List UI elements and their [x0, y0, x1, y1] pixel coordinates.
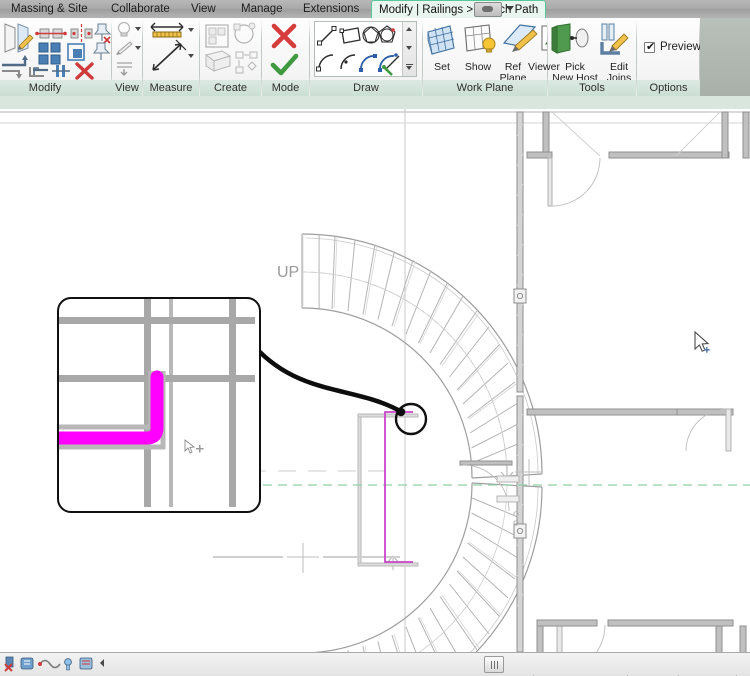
model-updates-icon[interactable] — [79, 657, 93, 670]
draw-tool-gallery[interactable] — [314, 21, 417, 77]
horizontal-scroll-thumb[interactable] — [484, 656, 504, 673]
tab-collaborate[interactable]: Collaborate — [104, 0, 177, 18]
walls — [357, 111, 750, 652]
panel-measure: Measure — [143, 18, 199, 96]
panel-view: View — [112, 18, 142, 96]
viewer-icon — [541, 25, 547, 51]
lightbulb-icon — [118, 22, 130, 37]
edit-joins-icon — [600, 23, 629, 55]
panel-label-measure: Measure — [143, 80, 199, 96]
design-options-icon[interactable] — [20, 657, 34, 670]
tab-view[interactable]: View — [184, 0, 223, 18]
panel-label-work-plane: Work Plane — [423, 80, 547, 96]
measure-dropdown-1-icon[interactable] — [188, 28, 194, 32]
panel-label-view: View — [112, 80, 142, 96]
panel-label-options: Options — [637, 80, 700, 96]
tab-manage[interactable]: Manage — [234, 0, 290, 18]
stair-up-label-upper: UP — [277, 264, 299, 281]
red-x-icon[interactable] — [271, 23, 297, 49]
create-part-icon — [204, 50, 232, 72]
green-check-icon[interactable] — [270, 53, 299, 76]
line-icon — [317, 26, 337, 46]
revit-window: Massing & Site Collaborate View Manage E… — [0, 0, 750, 676]
preview-checkbox-label: Preview — [660, 41, 701, 53]
workplane-set-icon — [427, 25, 455, 55]
arc-tangent-icon — [340, 54, 356, 70]
alignment-crosshair-left — [287, 543, 319, 573]
scroll-down-button[interactable] — [403, 41, 416, 55]
ribbon-tab-strip: Massing & Site Collaborate View Manage E… — [0, 0, 750, 19]
panel-options: ✔ Preview Options — [637, 18, 701, 96]
curved-stair-lower — [313, 482, 543, 652]
window-restore-icon — [482, 6, 493, 12]
ref-plane-icon — [502, 24, 538, 52]
gallery-expand-icon — [406, 64, 413, 65]
panel-mode: Mode — [262, 18, 309, 96]
panel-label-draw: Draw — [310, 80, 422, 96]
view-dropdown-1-icon[interactable] — [135, 27, 141, 31]
trim-icon — [29, 67, 48, 77]
panel-draw: Draw — [310, 18, 422, 96]
create-similar-icon — [205, 24, 229, 48]
ribbon-right-filler — [700, 18, 750, 96]
window-restore-button[interactable] — [474, 2, 502, 17]
panel-label-mode: Mode — [262, 80, 309, 96]
polygon-inscribed-icon — [362, 26, 380, 44]
delete-x-icon — [75, 62, 94, 80]
rectangle-icon — [339, 27, 361, 44]
curved-stair-upper — [301, 233, 543, 480]
gallery-expand-button[interactable] — [403, 60, 416, 74]
tab-modify-railings-sketch-path[interactable]: Modify | Railings > Sketch Path — [371, 0, 547, 18]
tab-massing-and-site[interactable]: Massing & Site — [4, 0, 95, 18]
curved-leader-line — [252, 344, 403, 414]
panel-label-create: Create — [200, 80, 261, 96]
arc-center-ends-icon — [316, 54, 334, 72]
panel-label-modify: Modify — [0, 80, 112, 96]
pick-new-host-icon — [551, 23, 589, 54]
array-icon — [52, 65, 70, 77]
panel-work-plane: Set Show Ref Plane Viewer Work Plane — [423, 18, 560, 96]
worksets-icon[interactable] — [38, 659, 61, 669]
panel-label-tools: Tools — [548, 80, 636, 96]
status-bar — [0, 652, 750, 676]
tab-extensions[interactable]: Extensions — [296, 0, 366, 18]
editing-request-icon[interactable] — [64, 658, 72, 671]
pencil-icon — [116, 41, 133, 55]
create-assembly-icon — [235, 51, 258, 74]
chevron-down-icon[interactable] — [506, 6, 514, 11]
zoom-detail-callout — [57, 297, 261, 513]
set-work-plane-label: Set — [434, 61, 450, 73]
gallery-scrollbar[interactable] — [402, 22, 416, 76]
panel-modify: Modify — [0, 18, 112, 96]
scroll-down-icon — [406, 46, 412, 50]
preview-checkbox[interactable]: ✔ — [644, 42, 655, 53]
scroll-up-icon — [406, 27, 412, 31]
collapse-left-icon[interactable] — [100, 659, 104, 667]
panel-tools: Pick New Host Edit Joins Tools — [548, 18, 636, 96]
exclude-options-icon[interactable] — [4, 656, 14, 672]
drawing-area[interactable]: UP — [0, 96, 750, 652]
create-group-icon — [233, 22, 256, 44]
show-work-plane-label: Show — [464, 61, 492, 73]
ruler-icon — [150, 22, 184, 38]
mouse-cursor — [694, 330, 710, 353]
pick-lines-icon — [382, 55, 400, 76]
workplane-show-icon — [464, 24, 496, 53]
panel-create: Create — [200, 18, 261, 96]
hidden-lines-icon — [117, 62, 132, 76]
scroll-up-button[interactable] — [403, 22, 416, 36]
checkmark-icon: ✔ — [646, 41, 656, 53]
ribbon: Modify View Measure Create Mode Draw Set… — [0, 18, 750, 97]
leader-end-dot — [396, 407, 406, 417]
fillet-arc-icon — [359, 54, 377, 72]
view-dropdown-2-icon[interactable] — [135, 46, 141, 50]
dimension-arrow-icon — [152, 39, 187, 71]
measure-dropdown-2-icon[interactable] — [188, 54, 194, 58]
revit-modify-cursor — [184, 439, 204, 454]
